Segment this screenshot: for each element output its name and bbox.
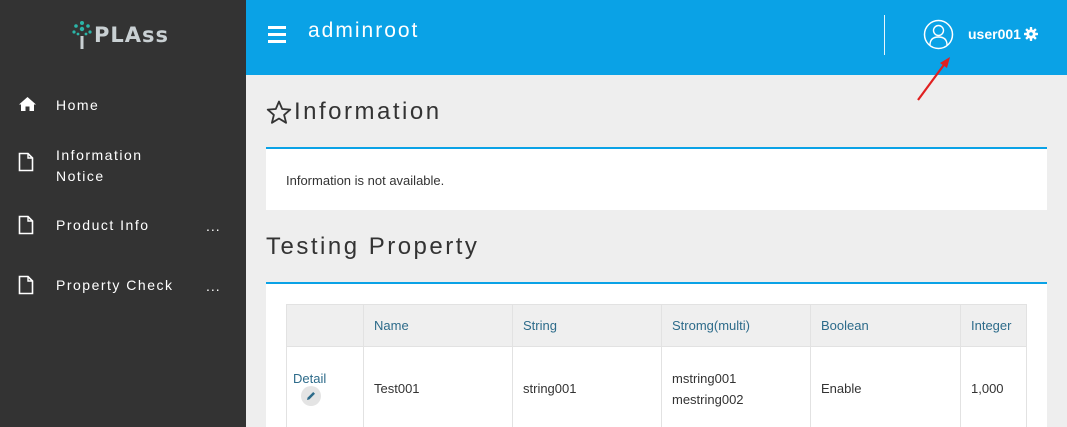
testing-property-panel: Name String Stromg(multi) Boolean Intege… — [266, 282, 1047, 427]
sidebar-item-property-check[interactable]: Property Check ... — [0, 274, 246, 302]
more-menu-button[interactable]: ... — [206, 218, 221, 234]
table-header-action — [286, 304, 364, 347]
information-message: Information is not available. — [286, 173, 445, 188]
table-cell-name: Test001 — [363, 346, 513, 427]
testing-property-title: Testing Property — [266, 233, 480, 260]
table-cell-string-multi: mstring001 mestring002 — [661, 346, 811, 427]
multi-value: mestring002 — [672, 391, 744, 407]
table-header-string-multi[interactable]: Stromg(multi) — [661, 304, 811, 347]
logo-icon — [72, 21, 92, 49]
star-icon — [266, 100, 292, 124]
home-icon — [19, 97, 36, 111]
document-icon — [18, 275, 34, 295]
table-header-integer[interactable]: Integer — [960, 304, 1027, 347]
user-avatar-icon[interactable] — [923, 19, 954, 50]
information-title: Information — [294, 98, 442, 125]
table-header-name[interactable]: Name — [363, 304, 513, 347]
sidebar-item-label: Product Info — [56, 217, 150, 233]
table-header-row: Name String Stromg(multi) Boolean Intege… — [286, 304, 1027, 347]
pencil-icon — [307, 392, 315, 400]
app-title: adminroot — [308, 19, 420, 42]
sidebar-item-label: Information Notice — [56, 147, 143, 184]
document-icon — [18, 152, 34, 172]
table-header-boolean[interactable]: Boolean — [810, 304, 961, 347]
table-row: Detail Test001 string001 mstring001 mest… — [286, 346, 1027, 427]
sidebar: PLAss Home Information Notice Product In… — [0, 0, 246, 427]
table-header-string[interactable]: String — [512, 304, 662, 347]
detail-link[interactable]: Detail — [293, 371, 326, 386]
multi-value: mstring001 — [672, 370, 737, 386]
header-divider — [884, 15, 885, 55]
logo-text: PLAss — [94, 23, 170, 47]
sidebar-item-product-info[interactable]: Product Info ... — [0, 214, 246, 242]
sidebar-item-information-notice[interactable]: Information Notice — [0, 144, 246, 188]
table-cell-integer: 1,000 — [960, 346, 1027, 427]
table-cell-boolean: Enable — [810, 346, 961, 427]
document-icon — [18, 215, 34, 235]
edit-button[interactable] — [301, 386, 321, 406]
username-link[interactable]: user001 — [968, 26, 1021, 42]
gear-icon[interactable] — [1024, 27, 1038, 41]
annotation-arrow — [917, 57, 950, 101]
logo[interactable]: PLAss — [72, 18, 169, 52]
hamburger-icon[interactable] — [268, 26, 286, 43]
table-cell-string: string001 — [512, 346, 662, 427]
information-panel: Information is not available. — [266, 147, 1047, 210]
sidebar-item-label: Property Check — [56, 277, 174, 293]
sidebar-item-home[interactable]: Home — [0, 94, 246, 118]
table-cell-action: Detail — [286, 346, 364, 427]
property-table: Name String Stromg(multi) Boolean Intege… — [286, 304, 1027, 427]
more-menu-button[interactable]: ... — [206, 278, 221, 294]
sidebar-item-label: Home — [56, 97, 100, 113]
